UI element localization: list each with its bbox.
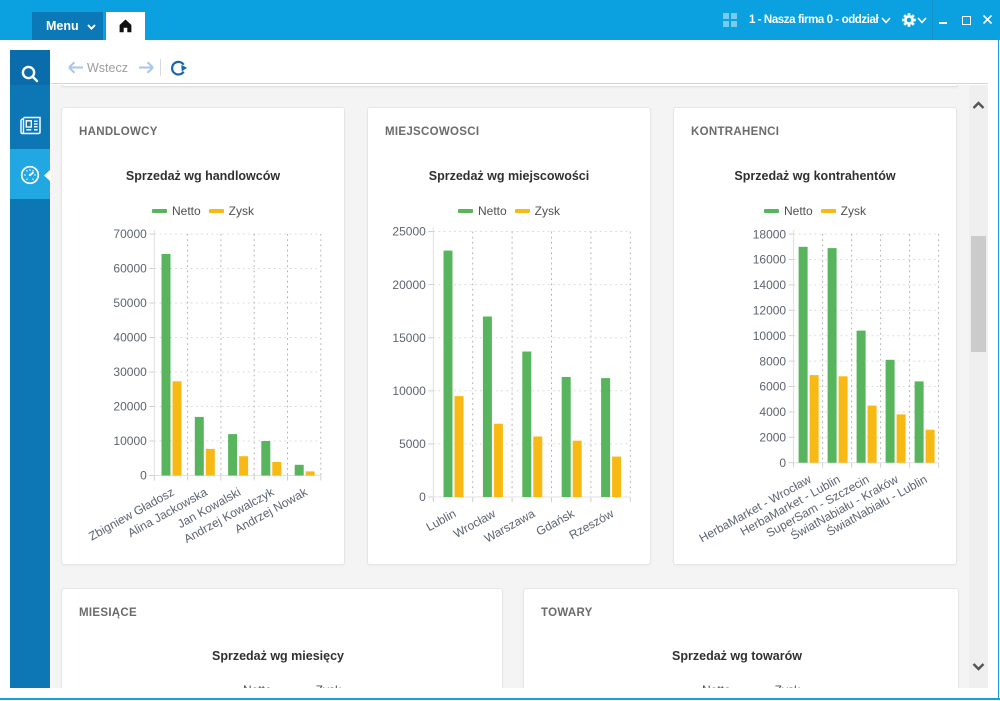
svg-text:16000: 16000 (753, 253, 787, 267)
svg-text:30000: 30000 (113, 365, 147, 379)
svg-text:50000: 50000 (113, 296, 147, 310)
svg-text:Rzeszów: Rzeszów (567, 506, 617, 542)
svg-text:2000: 2000 (759, 431, 786, 445)
svg-text:15000: 15000 (392, 331, 426, 345)
svg-text:4000: 4000 (759, 405, 786, 419)
svg-text:18000: 18000 (753, 227, 787, 241)
svg-text:70000: 70000 (113, 227, 147, 241)
svg-text:8000: 8000 (759, 354, 786, 368)
svg-text:20000: 20000 (392, 278, 426, 292)
svg-text:14000: 14000 (753, 278, 787, 292)
svg-text:0: 0 (779, 456, 786, 470)
svg-text:6000: 6000 (759, 380, 786, 394)
svg-text:60000: 60000 (113, 262, 147, 276)
svg-text:10000: 10000 (113, 434, 147, 448)
svg-text:12000: 12000 (753, 304, 787, 318)
svg-text:10000: 10000 (392, 384, 426, 398)
svg-text:5000: 5000 (399, 437, 426, 451)
svg-text:40000: 40000 (113, 331, 147, 345)
svg-text:10000: 10000 (753, 329, 787, 343)
svg-text:0: 0 (419, 490, 426, 504)
svg-text:20000: 20000 (113, 400, 147, 414)
svg-text:0: 0 (140, 469, 147, 483)
svg-text:25000: 25000 (392, 225, 426, 239)
